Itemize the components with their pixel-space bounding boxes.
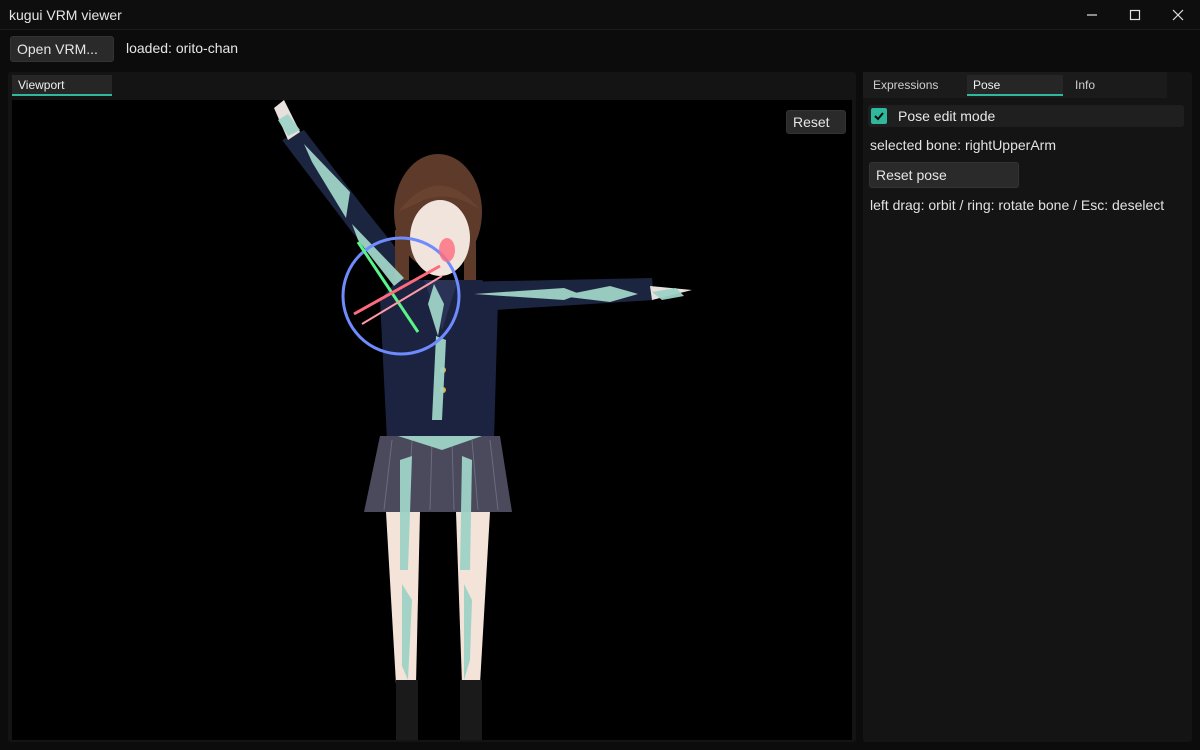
left-boot <box>396 680 418 740</box>
tab-viewport[interactable]: Viewport <box>12 75 112 96</box>
pose-edit-checkbox[interactable] <box>871 108 887 124</box>
checkmark-icon <box>874 112 884 121</box>
right-boot <box>460 680 482 740</box>
face <box>410 200 470 276</box>
title-bar: kugui VRM viewer <box>0 0 1200 30</box>
tab-expressions[interactable]: Expressions <box>867 75 963 96</box>
maximize-icon <box>1129 9 1141 21</box>
side-tab-bar: Expressions Pose Info <box>863 72 1167 98</box>
window-title: kugui VRM viewer <box>9 7 122 23</box>
3d-viewport[interactable]: Reset <box>12 100 852 740</box>
reset-pose-button[interactable]: Reset pose <box>869 162 1019 188</box>
pose-edit-toggle[interactable]: Pose edit mode <box>868 105 1184 127</box>
controls-hint: left drag: orbit / ring: rotate bone / E… <box>870 197 1165 213</box>
head-gizmo-marker <box>439 238 455 262</box>
tab-pose[interactable]: Pose <box>967 75 1063 96</box>
side-panel: Expressions Pose Info Pose edit mode sel… <box>863 72 1192 742</box>
reset-camera-button[interactable]: Reset <box>786 110 846 134</box>
avatar-render <box>274 100 692 740</box>
pose-edit-label: Pose edit mode <box>898 108 996 124</box>
toolbar: Open VRM... loaded: orito-chan <box>0 30 1200 68</box>
close-button[interactable] <box>1156 0 1200 30</box>
load-status: loaded: orito-chan <box>126 40 239 56</box>
maximize-button[interactable] <box>1113 0 1157 30</box>
bone-upper-leg-right <box>460 456 472 570</box>
tab-info[interactable]: Info <box>1069 75 1165 96</box>
close-icon <box>1172 9 1184 21</box>
open-vrm-button[interactable]: Open VRM... <box>10 36 114 62</box>
viewport-tab-bar: Viewport <box>8 72 856 98</box>
selected-bone-text: selected bone: rightUpperArm <box>870 137 1056 153</box>
minimize-icon <box>1087 14 1097 16</box>
viewport-panel: Viewport Reset <box>8 72 856 742</box>
minimize-button[interactable] <box>1070 0 1114 30</box>
